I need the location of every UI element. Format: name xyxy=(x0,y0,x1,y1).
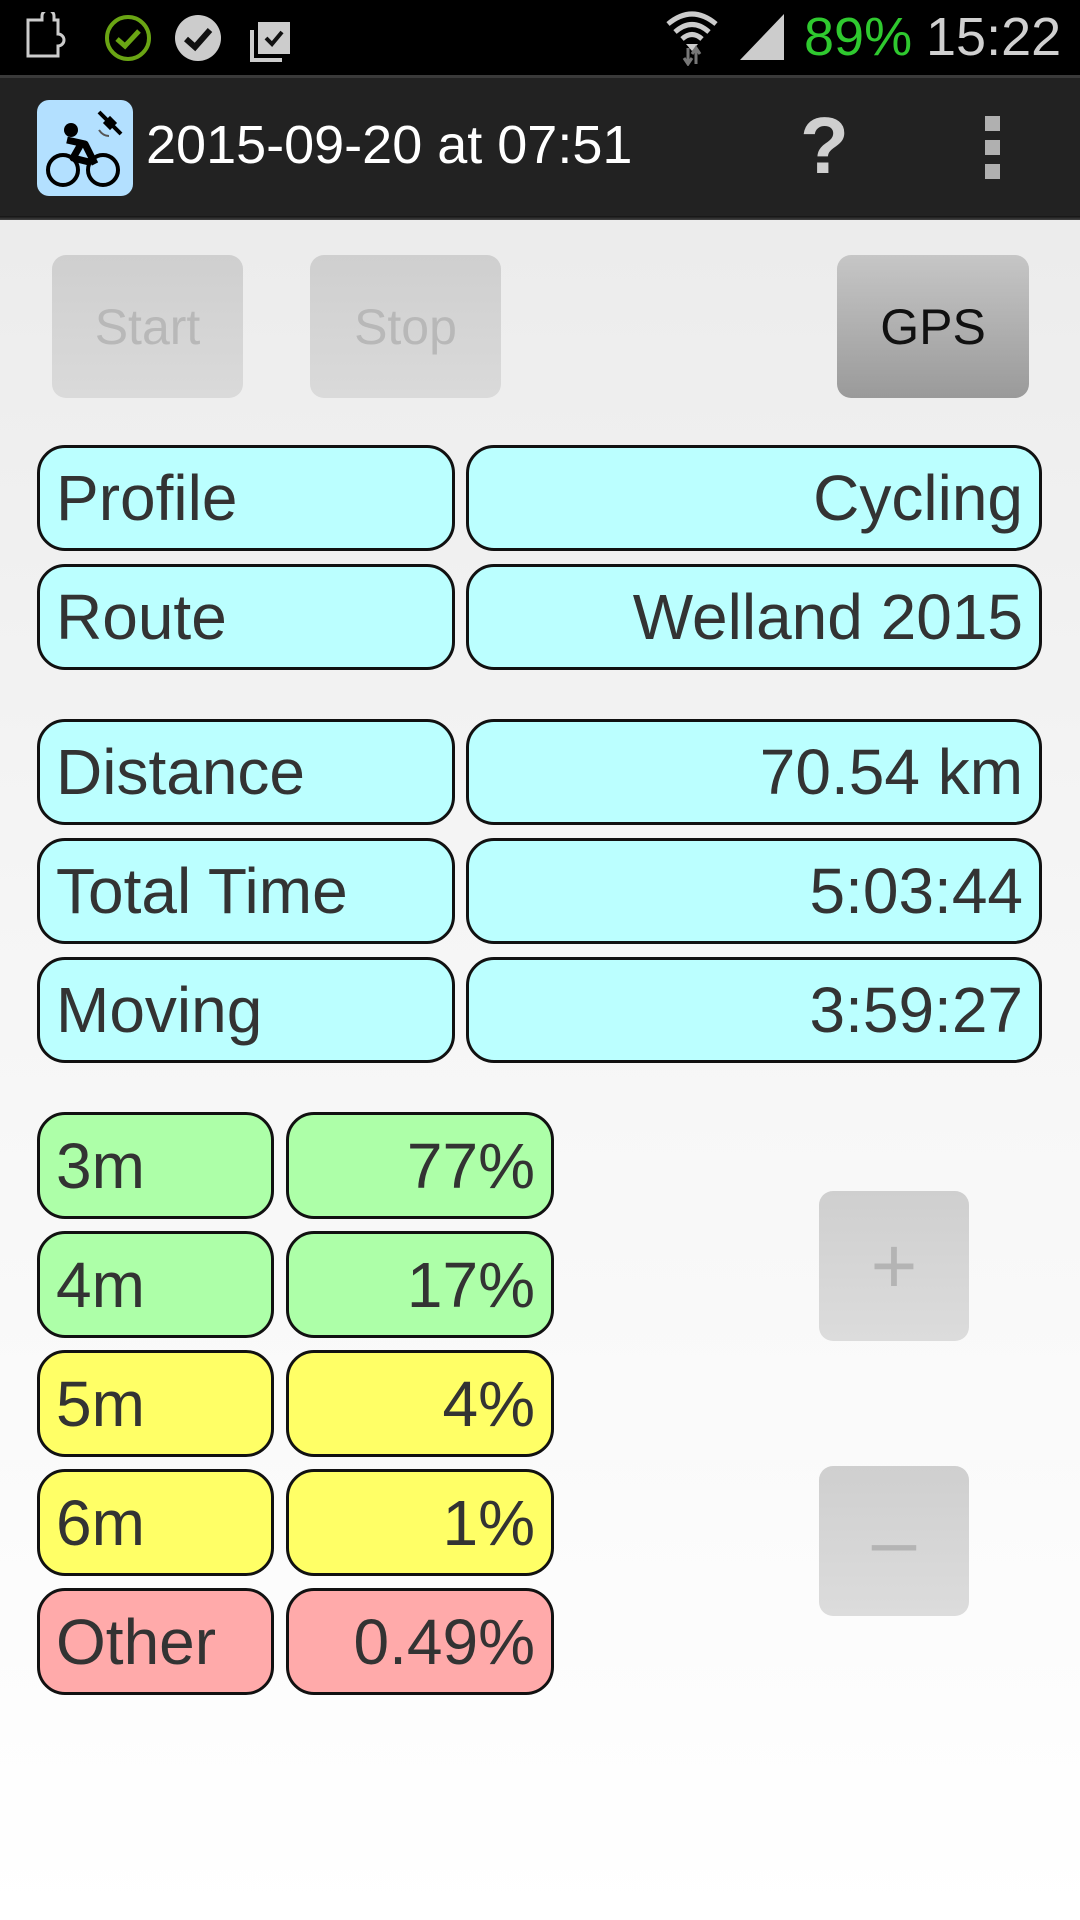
action-bar-shadow xyxy=(0,216,1080,220)
accuracy-label-4m: 4m xyxy=(37,1231,274,1338)
overflow-menu-icon[interactable] xyxy=(985,116,1005,180)
battery-level: 89% xyxy=(804,7,913,67)
profile-label: Profile xyxy=(37,445,455,551)
minus-button[interactable]: – xyxy=(819,1466,969,1616)
check-circle-filled-icon xyxy=(175,15,221,61)
wifi-icon xyxy=(666,11,718,66)
start-button[interactable]: Start xyxy=(52,255,243,398)
accuracy-value-5m: 4% xyxy=(286,1350,554,1457)
distance-value: 70.54 km xyxy=(466,719,1042,825)
route-label: Route xyxy=(37,564,455,670)
accuracy-value-6m: 1% xyxy=(286,1469,554,1576)
accuracy-value-4m: 17% xyxy=(286,1231,554,1338)
profile-value[interactable]: Cycling xyxy=(466,445,1042,551)
stop-button[interactable]: Stop xyxy=(310,255,501,398)
accuracy-value-3m: 77% xyxy=(286,1112,554,1219)
signal-icon xyxy=(740,14,784,60)
cyclist-satellite-icon[interactable] xyxy=(37,100,133,196)
status-bar: 89% 15:22 xyxy=(0,0,1080,78)
plus-button[interactable]: + xyxy=(819,1191,969,1341)
check-circle-outline-icon xyxy=(105,15,151,61)
help-button[interactable]: ? xyxy=(800,100,849,192)
page-title: 2015-09-20 at 07:51 xyxy=(146,115,633,175)
accuracy-label-5m: 5m xyxy=(37,1350,274,1457)
clipboard-check-icon xyxy=(250,22,290,62)
action-bar: 2015-09-20 at 07:51 ? xyxy=(0,78,1080,220)
distance-label: Distance xyxy=(37,719,455,825)
puzzle-icon xyxy=(26,12,66,58)
total-time-value: 5:03:44 xyxy=(466,838,1042,944)
accuracy-label-3m: 3m xyxy=(37,1112,274,1219)
accuracy-label-6m: 6m xyxy=(37,1469,274,1576)
accuracy-value-other: 0.49% xyxy=(286,1588,554,1695)
moving-label: Moving xyxy=(37,957,455,1063)
gps-button[interactable]: GPS xyxy=(837,255,1029,398)
total-time-label: Total Time xyxy=(37,838,455,944)
moving-value: 3:59:27 xyxy=(466,957,1042,1063)
route-value[interactable]: Welland 2015 xyxy=(466,564,1042,670)
accuracy-label-other: Other xyxy=(37,1588,274,1695)
clock: 15:22 xyxy=(926,7,1062,67)
